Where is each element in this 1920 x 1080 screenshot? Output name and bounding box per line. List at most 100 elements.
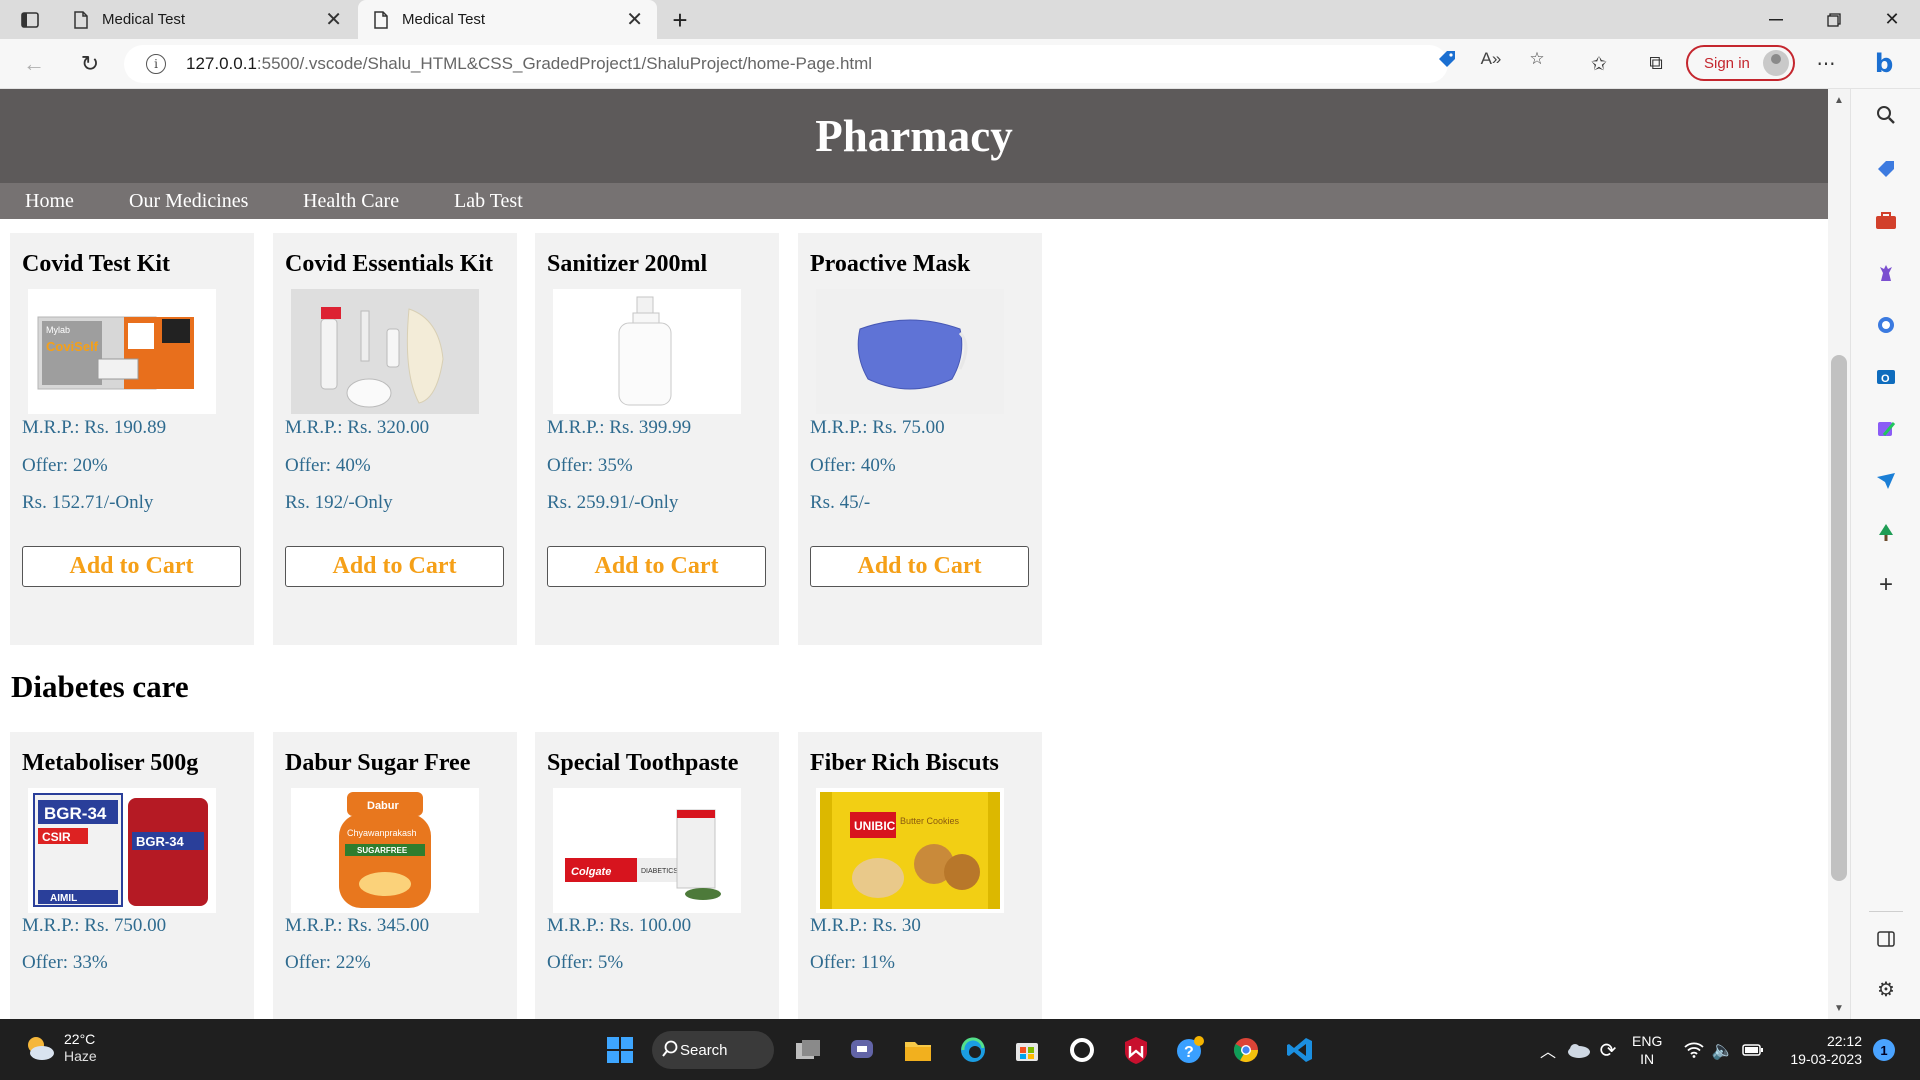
product-mrp: M.R.P.: Rs. 320.00 xyxy=(285,417,430,438)
taskbar-search-label: Search xyxy=(680,1041,728,1059)
nav-link-home[interactable]: Home xyxy=(25,190,74,213)
restore-icon[interactable] xyxy=(1806,0,1862,39)
add-to-cart-button[interactable]: Add to Cart xyxy=(285,546,504,587)
product-card-covid-test-kit: Covid Test Kit Mylab CoviSelf M.R.P.: Rs… xyxy=(10,233,254,645)
scroll-up-icon[interactable]: ▲ xyxy=(1831,92,1847,108)
product-price: Rs. 259.91/-Only xyxy=(547,492,679,513)
product-card-dabur-sugar-free: Dabur Sugar Free Dabur Chyawanprakash SU… xyxy=(273,732,517,1019)
tools-briefcase-icon[interactable] xyxy=(1874,209,1898,233)
product-card-covid-essentials-kit: Covid Essentials Kit M.R.P.: Rs. 320.00 … xyxy=(273,233,517,645)
product-name: Special Toothpaste xyxy=(547,750,739,776)
aimil-label: AIMIL xyxy=(50,893,77,904)
gear-icon[interactable]: ⚙ xyxy=(1874,977,1898,1001)
weather-temperature: 22°C xyxy=(64,1031,96,1047)
window-close-icon[interactable]: ✕ xyxy=(1864,0,1920,39)
weather-condition: Haze xyxy=(64,1048,97,1064)
covid-test-kit-image: Mylab CoviSelf xyxy=(28,289,216,414)
notification-badge[interactable]: 1 xyxy=(1873,1039,1895,1061)
add-to-cart-button[interactable]: Add to Cart xyxy=(547,546,766,587)
add-to-cart-button[interactable]: Add to Cart xyxy=(810,546,1029,587)
sign-in-button[interactable]: Sign in xyxy=(1686,45,1795,81)
sugar-free-label: SUGARFREE xyxy=(357,846,408,855)
toothpaste-image: Colgate DIABETICS xyxy=(553,788,741,913)
favorites-icon[interactable]: ✩ xyxy=(1584,49,1614,79)
microsoft-store-icon[interactable] xyxy=(1009,1032,1045,1068)
minimize-icon[interactable] xyxy=(1748,0,1804,39)
nav-link-our-medicines[interactable]: Our Medicines xyxy=(129,190,248,213)
add-sidebar-app-icon[interactable]: + xyxy=(1874,571,1898,598)
get-help-icon[interactable]: ? xyxy=(1172,1032,1208,1068)
collections-icon[interactable]: ⧉ xyxy=(1641,49,1671,79)
teams-chat-icon[interactable] xyxy=(845,1032,881,1068)
edge-browser-icon[interactable] xyxy=(955,1032,991,1068)
site-info-icon[interactable]: i xyxy=(146,54,166,74)
address-bar[interactable]: i 127.0.0.1:5500/.vscode/Shalu_HTML&CSS_… xyxy=(124,45,1448,83)
product-name: Covid Test Kit xyxy=(22,251,171,277)
language-top: ENG xyxy=(1632,1033,1663,1049)
site-header: Pharmacy xyxy=(0,89,1828,183)
taskbar-search-box[interactable]: Search xyxy=(652,1031,774,1069)
product-mrp: M.R.P.: Rs. 345.00 xyxy=(285,915,430,936)
bing-copilot-icon[interactable]: b xyxy=(1864,44,1904,84)
close-icon[interactable]: ✕ xyxy=(325,10,342,30)
send-icon[interactable] xyxy=(1874,469,1898,493)
chyawan-label: Chyawanprakash xyxy=(347,828,417,838)
product-offer: Offer: 40% xyxy=(285,455,371,476)
product-mrp: M.R.P.: Rs. 100.00 xyxy=(547,915,692,936)
battery-icon[interactable] xyxy=(1735,1032,1771,1068)
section-title-diabetes: Diabetes care xyxy=(11,669,189,704)
chrome-icon[interactable] xyxy=(1228,1032,1264,1068)
language-bottom: IN xyxy=(1640,1051,1655,1067)
clock-time: 22:12 xyxy=(1826,1033,1862,1049)
product-mrp: M.R.P.: Rs. 75.00 xyxy=(810,417,945,438)
product-name: Covid Essentials Kit xyxy=(285,251,494,277)
nav-link-lab-test[interactable]: Lab Test xyxy=(454,190,523,213)
sanitizer-bottle-image xyxy=(553,289,741,414)
task-view-icon[interactable] xyxy=(790,1032,826,1068)
product-offer: Offer: 20% xyxy=(22,455,108,476)
bgr-sub: CSIR xyxy=(42,830,71,844)
file-explorer-icon[interactable] xyxy=(900,1032,936,1068)
refresh-icon[interactable]: ↻ xyxy=(74,48,106,80)
scroll-down-icon[interactable]: ▼ xyxy=(1831,1000,1847,1016)
sync-icon[interactable]: ⟳ xyxy=(1590,1032,1626,1068)
scrollbar-thumb[interactable] xyxy=(1831,355,1847,881)
outlook-icon[interactable]: O xyxy=(1874,365,1898,389)
github-icon[interactable] xyxy=(1064,1032,1100,1068)
browser-tab-1[interactable]: Medical Test ✕ xyxy=(58,0,356,39)
new-tab-button[interactable]: + xyxy=(664,4,696,36)
browser-tab-2[interactable]: Medical Test ✕ xyxy=(358,0,657,39)
back-arrow-icon[interactable]: ← xyxy=(18,48,50,80)
butter-cookies-label: Butter Cookies xyxy=(900,816,960,826)
tab-title: Medical Test xyxy=(402,11,486,28)
clock[interactable]: 22:12 19-03-2023 xyxy=(1782,1032,1862,1068)
microsoft-365-icon[interactable] xyxy=(1874,313,1898,337)
add-favorite-icon[interactable]: ☆ xyxy=(1526,48,1548,70)
windows-start-icon[interactable] xyxy=(602,1032,638,1068)
hide-sidebar-icon[interactable] xyxy=(1874,927,1898,951)
vscode-icon[interactable] xyxy=(1282,1032,1318,1068)
page-viewport: Pharmacy Home Our Medicines Health Care … xyxy=(0,89,1828,1019)
browser-tab-strip: Medical Test ✕ Medical Test ✕ + ✕ xyxy=(0,0,1920,39)
search-icon[interactable] xyxy=(1874,103,1898,127)
add-to-cart-button[interactable]: Add to Cart xyxy=(22,546,241,587)
covid-kit-brand: CoviSelf xyxy=(46,339,99,354)
tab-title: Medical Test xyxy=(102,11,186,28)
product-card-special-toothpaste: Special Toothpaste Colgate DIABETICS M.R… xyxy=(535,732,779,1019)
shopping-tag-icon[interactable] xyxy=(1874,157,1898,181)
coupon-tag-icon[interactable] xyxy=(1436,48,1458,70)
mcafee-icon[interactable] xyxy=(1118,1032,1154,1068)
designer-icon[interactable] xyxy=(1874,417,1898,441)
read-aloud-icon[interactable]: A» xyxy=(1480,48,1502,70)
tab-actions-icon[interactable] xyxy=(14,8,46,32)
url-text[interactable]: 127.0.0.1:5500/.vscode/Shalu_HTML&CSS_Gr… xyxy=(186,54,872,74)
close-icon[interactable]: ✕ xyxy=(626,10,643,30)
svg-text:BGR-34: BGR-34 xyxy=(136,834,184,849)
nav-link-health-care[interactable]: Health Care xyxy=(303,190,399,213)
language-indicator[interactable]: ENG IN xyxy=(1632,1032,1662,1068)
url-path: :5500/.vscode/Shalu_HTML&CSS_GradedProje… xyxy=(256,54,873,73)
tree-icon[interactable] xyxy=(1874,521,1898,545)
games-icon[interactable] xyxy=(1874,261,1898,285)
weather-widget[interactable]: 22°C Haze xyxy=(22,1031,97,1065)
more-options-icon[interactable]: ⋯ xyxy=(1811,49,1841,79)
